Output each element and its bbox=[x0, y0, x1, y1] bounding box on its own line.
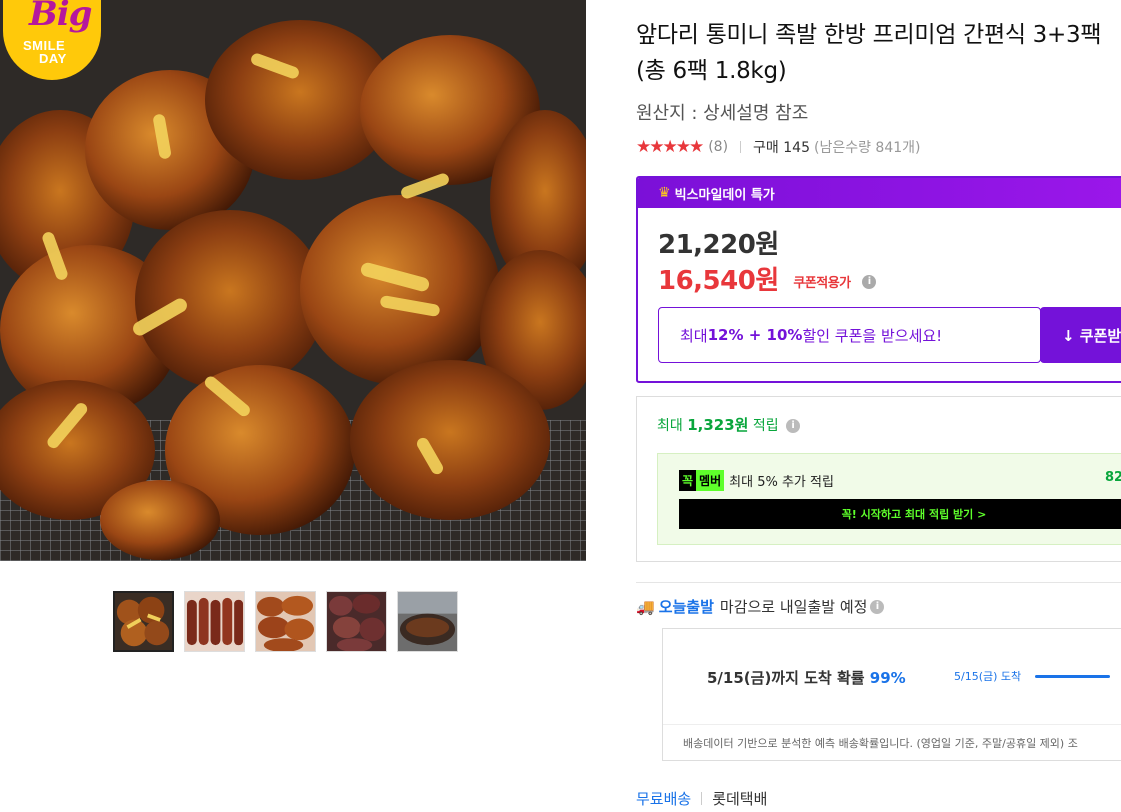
download-coupon-button[interactable]: ↓ 쿠폰받 bbox=[1040, 307, 1121, 363]
thumbnail-4[interactable] bbox=[326, 591, 387, 652]
stock-remaining: (남은수량 841개) bbox=[813, 140, 921, 156]
section-divider bbox=[636, 582, 1121, 583]
thumbnail-image bbox=[115, 593, 172, 650]
deal-panel: ♛ 빅스마일데이 특가 21,220원 16,540원 쿠폰적용가 i 최대 1… bbox=[636, 176, 1121, 383]
shipping-note: 마감으로 내일출발 예정 bbox=[719, 598, 868, 616]
coupon-rate: 12% + 10% bbox=[707, 326, 803, 344]
info-icon[interactable]: i bbox=[870, 599, 885, 614]
eta-percent: 99% bbox=[869, 669, 906, 687]
product-title: 앞다리 통미니 족발 한방 프리미엄 간편식 3+3팩 (총 6팩 1.8kg) bbox=[636, 22, 1102, 84]
sale-price: 16,540원 bbox=[658, 266, 779, 296]
product-origin: 원산지 : 상세설명 참조 bbox=[636, 103, 809, 124]
main-product-image[interactable]: Big SMILE DAY bbox=[0, 0, 586, 561]
thumbnail-image bbox=[256, 592, 315, 651]
eta-date-label: 5/15(금) 도착 bbox=[954, 670, 1022, 683]
divider bbox=[740, 141, 742, 153]
thumbnail-strip bbox=[113, 591, 458, 652]
today-shipping-label: 오늘출발 bbox=[658, 598, 714, 616]
original-price: 21,220원 bbox=[658, 230, 779, 260]
membership-row: 꼭 멤버 최대 5% 추가 적립 bbox=[679, 470, 834, 491]
delivery-estimate-box: 5/15(금)까지 도착 확률 99% 5/15(금) 도착 배송데이터 기반으… bbox=[662, 628, 1121, 761]
membership-amount: 82 bbox=[1105, 470, 1121, 485]
coupon-prefix: 최대 bbox=[680, 326, 708, 345]
coupon-suffix: 할인 쿠폰을 받으세요! bbox=[802, 326, 943, 345]
review-count[interactable]: (8) bbox=[708, 139, 728, 155]
eta-progress-bar bbox=[1035, 675, 1110, 678]
coupon-applied-label: 쿠폰적용가 bbox=[793, 276, 851, 291]
eta-footnote: 배송데이터 기반으로 분석한 예측 배송확률입니다. (영업일 기준, 주말/공… bbox=[663, 724, 1121, 761]
reward-prefix: 최대 bbox=[657, 418, 688, 434]
reward-panel: 최대 1,323원 적립 i 꼭 멤버 최대 5% 추가 적립 82 꼭! 시작하… bbox=[636, 396, 1121, 562]
truck-icon: 🚚 bbox=[636, 597, 655, 616]
purchase-count: 구매 145 bbox=[753, 140, 810, 156]
membership-text: 최대 5% 추가 적립 bbox=[729, 475, 834, 490]
reward-amount: 1,323원 bbox=[687, 416, 749, 434]
free-shipping-label: 무료배송 bbox=[636, 790, 692, 808]
reward-suffix: 적립 bbox=[748, 418, 779, 434]
badge-day-text: DAY bbox=[39, 51, 67, 66]
carrier-name: 롯데택배 bbox=[712, 790, 768, 808]
sale-price-row: 16,540원 쿠폰적용가 i bbox=[658, 260, 877, 297]
deal-header-label: 빅스마일데이 특가 bbox=[674, 187, 775, 203]
divider bbox=[701, 792, 703, 805]
info-icon[interactable]: i bbox=[786, 419, 801, 433]
pork-feet-photo bbox=[0, 0, 586, 561]
delivery-row: 무료배송 롯데택배 bbox=[636, 788, 767, 809]
reward-line: 최대 1,323원 적립 i bbox=[657, 414, 801, 435]
rating-row: ★★★★★ (8) 구매 145 (남은수량 841개) bbox=[636, 137, 920, 157]
deal-header: ♛ 빅스마일데이 특가 bbox=[638, 178, 1121, 208]
thumbnail-image bbox=[327, 592, 386, 651]
thumbnail-image bbox=[398, 592, 457, 651]
thumbnail-1[interactable] bbox=[113, 591, 174, 652]
coupon-notice[interactable]: 최대 12% + 10% 할인 쿠폰을 받으세요! bbox=[658, 307, 1041, 363]
thumbnail-5[interactable] bbox=[397, 591, 458, 652]
rating-stars-icon[interactable]: ★★★★★ bbox=[636, 137, 704, 157]
eta-text: 5/15(금)까지 도착 확률 bbox=[707, 669, 870, 687]
thumbnail-3[interactable] bbox=[255, 591, 316, 652]
member-logo: 멤버 bbox=[696, 470, 725, 491]
thumbnail-image bbox=[185, 592, 244, 651]
membership-box: 꼭 멤버 최대 5% 추가 적립 82 꼭! 시작하고 최대 적립 받기 > bbox=[657, 453, 1121, 545]
membership-start-button[interactable]: 꼭! 시작하고 최대 적립 받기 > bbox=[679, 499, 1121, 529]
eta-main: 5/15(금)까지 도착 확률 99% bbox=[707, 667, 906, 688]
badge-big-text: Big bbox=[29, 0, 92, 34]
crown-icon: ♛ bbox=[658, 185, 671, 201]
kkok-logo: 꼭 bbox=[679, 470, 697, 491]
thumbnail-2[interactable] bbox=[184, 591, 245, 652]
shipping-row: 🚚 오늘출발 마감으로 내일출발 예정 i bbox=[636, 596, 885, 617]
info-icon[interactable]: i bbox=[862, 274, 877, 289]
